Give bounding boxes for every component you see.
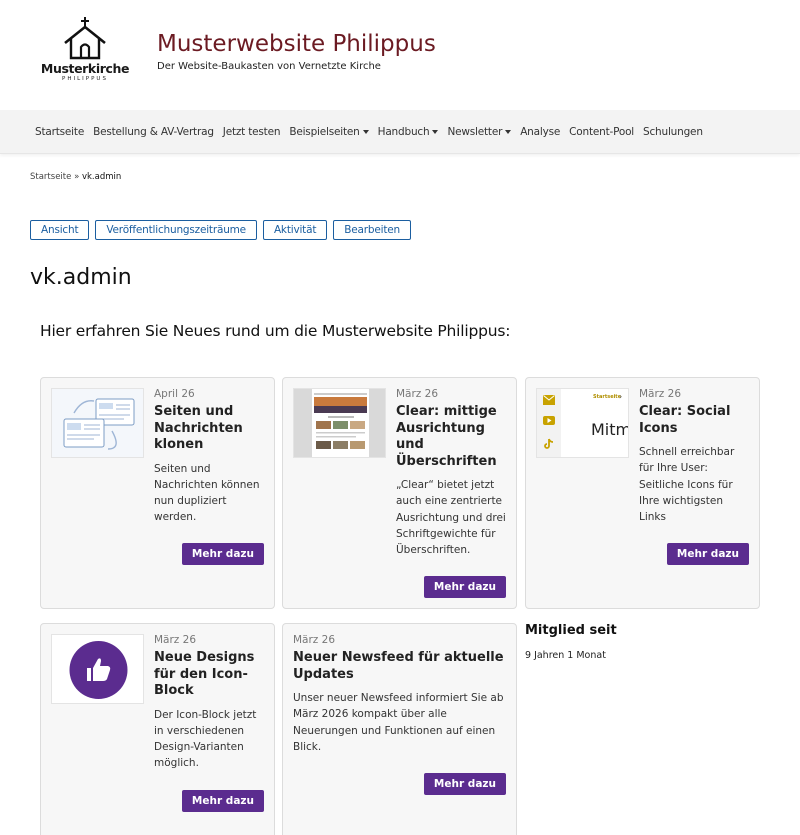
- breadcrumb-separator: »: [74, 172, 80, 182]
- news-card: März 26 Neue Designs für den Icon-Block …: [40, 623, 275, 835]
- mail-icon: [543, 395, 555, 405]
- mehr-dazu-button[interactable]: Mehr dazu: [181, 543, 264, 565]
- nav-item-startseite[interactable]: Startseite: [35, 126, 84, 138]
- nav-item-label: Beispielseiten: [289, 126, 360, 138]
- nav-item-label: Analyse: [520, 126, 561, 138]
- card-text: März 26 Neuer Newsfeed für aktuelle Upda…: [293, 634, 508, 755]
- card-text: März 26 Neue Designs für den Icon-Block …: [154, 634, 266, 772]
- site-title[interactable]: Musterwebsite Philippus: [157, 31, 436, 57]
- thumb-nav-label: Startseite: [593, 394, 622, 400]
- news-section-heading: Hier erfahren Sie Neues rund um die Must…: [40, 322, 511, 340]
- card-date: April 26: [154, 388, 195, 400]
- tab-veroeffentlichungszeitraeume[interactable]: Veröffentlichungszeiträume: [95, 220, 257, 240]
- nav-item-bestellung[interactable]: Bestellung & AV-Vertrag: [93, 126, 214, 138]
- nav-item-label: Startseite: [35, 126, 85, 138]
- nav-item-label: Bestellung & AV-Vertrag: [93, 126, 214, 138]
- news-card: März 26 Clear: mittige Ausrichtung und Ü…: [282, 377, 517, 609]
- nav-list: Startseite Bestellung & AV-Vertrag Jetzt…: [35, 110, 712, 154]
- mehr-dazu-button[interactable]: Mehr dazu: [181, 790, 264, 812]
- tab-bearbeiten[interactable]: Bearbeiten: [333, 220, 411, 240]
- clone-pages-icon: [52, 389, 143, 457]
- breadcrumb-home-link[interactable]: Startseite: [30, 172, 71, 182]
- card-date: März 26: [639, 388, 682, 400]
- nav-item-beispielseiten[interactable]: Beispielseiten: [289, 126, 369, 138]
- card-date: März 26: [154, 634, 197, 646]
- card-title[interactable]: Seiten und Nachrichten klonen: [154, 404, 266, 454]
- card-title[interactable]: Clear: Social Icons: [639, 404, 751, 437]
- tab-aktivitaet[interactable]: Aktivität: [262, 220, 328, 240]
- church-icon: [64, 17, 106, 60]
- member-since-label: Mitglied seit: [525, 623, 617, 638]
- page-title: vk.admin: [30, 265, 132, 290]
- thumbs-up-icon: [52, 635, 143, 703]
- card-description: Schnell erreichbar für Ihre User: Seitli…: [639, 446, 735, 524]
- card-description: Unser neuer Newsfeed informiert Sie ab M…: [293, 692, 504, 753]
- site-logo[interactable]: Musterkirche PHILIPPUS: [40, 16, 130, 88]
- card-description: „Clear“ bietet jetzt auch eine zentriert…: [396, 479, 506, 557]
- card-title[interactable]: Clear: mittige Ausrichtung und Überschri…: [396, 404, 508, 470]
- nav-item-content-pool[interactable]: Content-Pool: [569, 126, 634, 138]
- news-card: April 26 Seiten und Nachrichten klonen S…: [40, 377, 275, 609]
- card-title[interactable]: Neuer Newsfeed für aktuelle Updates: [293, 650, 508, 683]
- nav-item-label: Content-Pool: [569, 126, 635, 138]
- news-card: März 26 Neuer Newsfeed für aktuelle Upda…: [282, 623, 517, 835]
- breadcrumb-current: vk.admin: [81, 172, 122, 182]
- mehr-dazu-button[interactable]: Mehr dazu: [423, 576, 506, 598]
- nav-item-analyse[interactable]: Analyse: [520, 126, 560, 138]
- nav-item-label: Handbuch: [377, 126, 430, 138]
- nav-item-label: Newsletter: [447, 126, 503, 138]
- nav-item-label: Schulungen: [643, 126, 703, 138]
- caret-down-icon: [505, 130, 512, 134]
- card-thumbnail-icon-block: [51, 634, 144, 704]
- card-text: März 26 Clear: Social Icons Schnell erre…: [639, 388, 751, 525]
- main-navigation: Startseite Bestellung & AV-Vertrag Jetzt…: [0, 110, 800, 154]
- logo-subtitle: PHILIPPUS: [62, 76, 108, 82]
- thumb-heading-text: Mitm: [591, 420, 629, 439]
- nav-item-label: Jetzt testen: [222, 126, 281, 138]
- nav-item-newsletter[interactable]: Newsletter: [447, 126, 512, 138]
- card-description: Seiten und Nachrichten können nun dupliz…: [154, 462, 260, 524]
- nav-item-jetzt-testen[interactable]: Jetzt testen: [223, 126, 281, 138]
- card-text: April 26 Seiten und Nachrichten klonen S…: [154, 388, 266, 526]
- nav-item-handbuch[interactable]: Handbuch: [378, 126, 439, 138]
- mehr-dazu-button[interactable]: Mehr dazu: [423, 773, 506, 795]
- caret-down-icon: [432, 130, 439, 134]
- tiktok-icon: [544, 438, 554, 449]
- youtube-icon: [543, 416, 555, 425]
- card-thumbnail-clone: [51, 388, 144, 458]
- card-thumbnail-social-icons: Startseite › Mitm: [536, 388, 629, 458]
- local-tabs: Ansicht Veröffentlichungszeiträume Aktiv…: [30, 220, 417, 240]
- nav-item-schulungen[interactable]: Schulungen: [643, 126, 703, 138]
- mehr-dazu-button[interactable]: Mehr dazu: [666, 543, 749, 565]
- logo-wordmark: Musterkirche: [40, 61, 130, 76]
- card-date: März 26: [396, 388, 439, 400]
- card-thumbnail-clear-layout: [293, 388, 386, 458]
- card-title[interactable]: Neue Designs für den Icon-Block: [154, 650, 266, 700]
- tab-ansicht[interactable]: Ansicht: [30, 220, 90, 240]
- caret-down-icon: [362, 130, 369, 134]
- news-card: Startseite › Mitm März 26 Clear: Social …: [525, 377, 760, 609]
- chevron-right-icon: ›: [619, 392, 623, 401]
- card-date: März 26: [293, 634, 336, 646]
- site-header: Musterkirche PHILIPPUS Musterwebsite Phi…: [0, 0, 800, 110]
- card-text: März 26 Clear: mittige Ausrichtung und Ü…: [396, 388, 508, 558]
- member-since-value: 9 Jahren 1 Monat: [525, 650, 606, 661]
- website-preview-icon: [294, 389, 385, 457]
- breadcrumb: Startseite » vk.admin: [30, 172, 121, 182]
- card-description: Der Icon-Block jetzt in verschiedenen De…: [154, 708, 257, 770]
- site-slogan: Der Website-Baukasten von Vernetzte Kirc…: [157, 61, 381, 72]
